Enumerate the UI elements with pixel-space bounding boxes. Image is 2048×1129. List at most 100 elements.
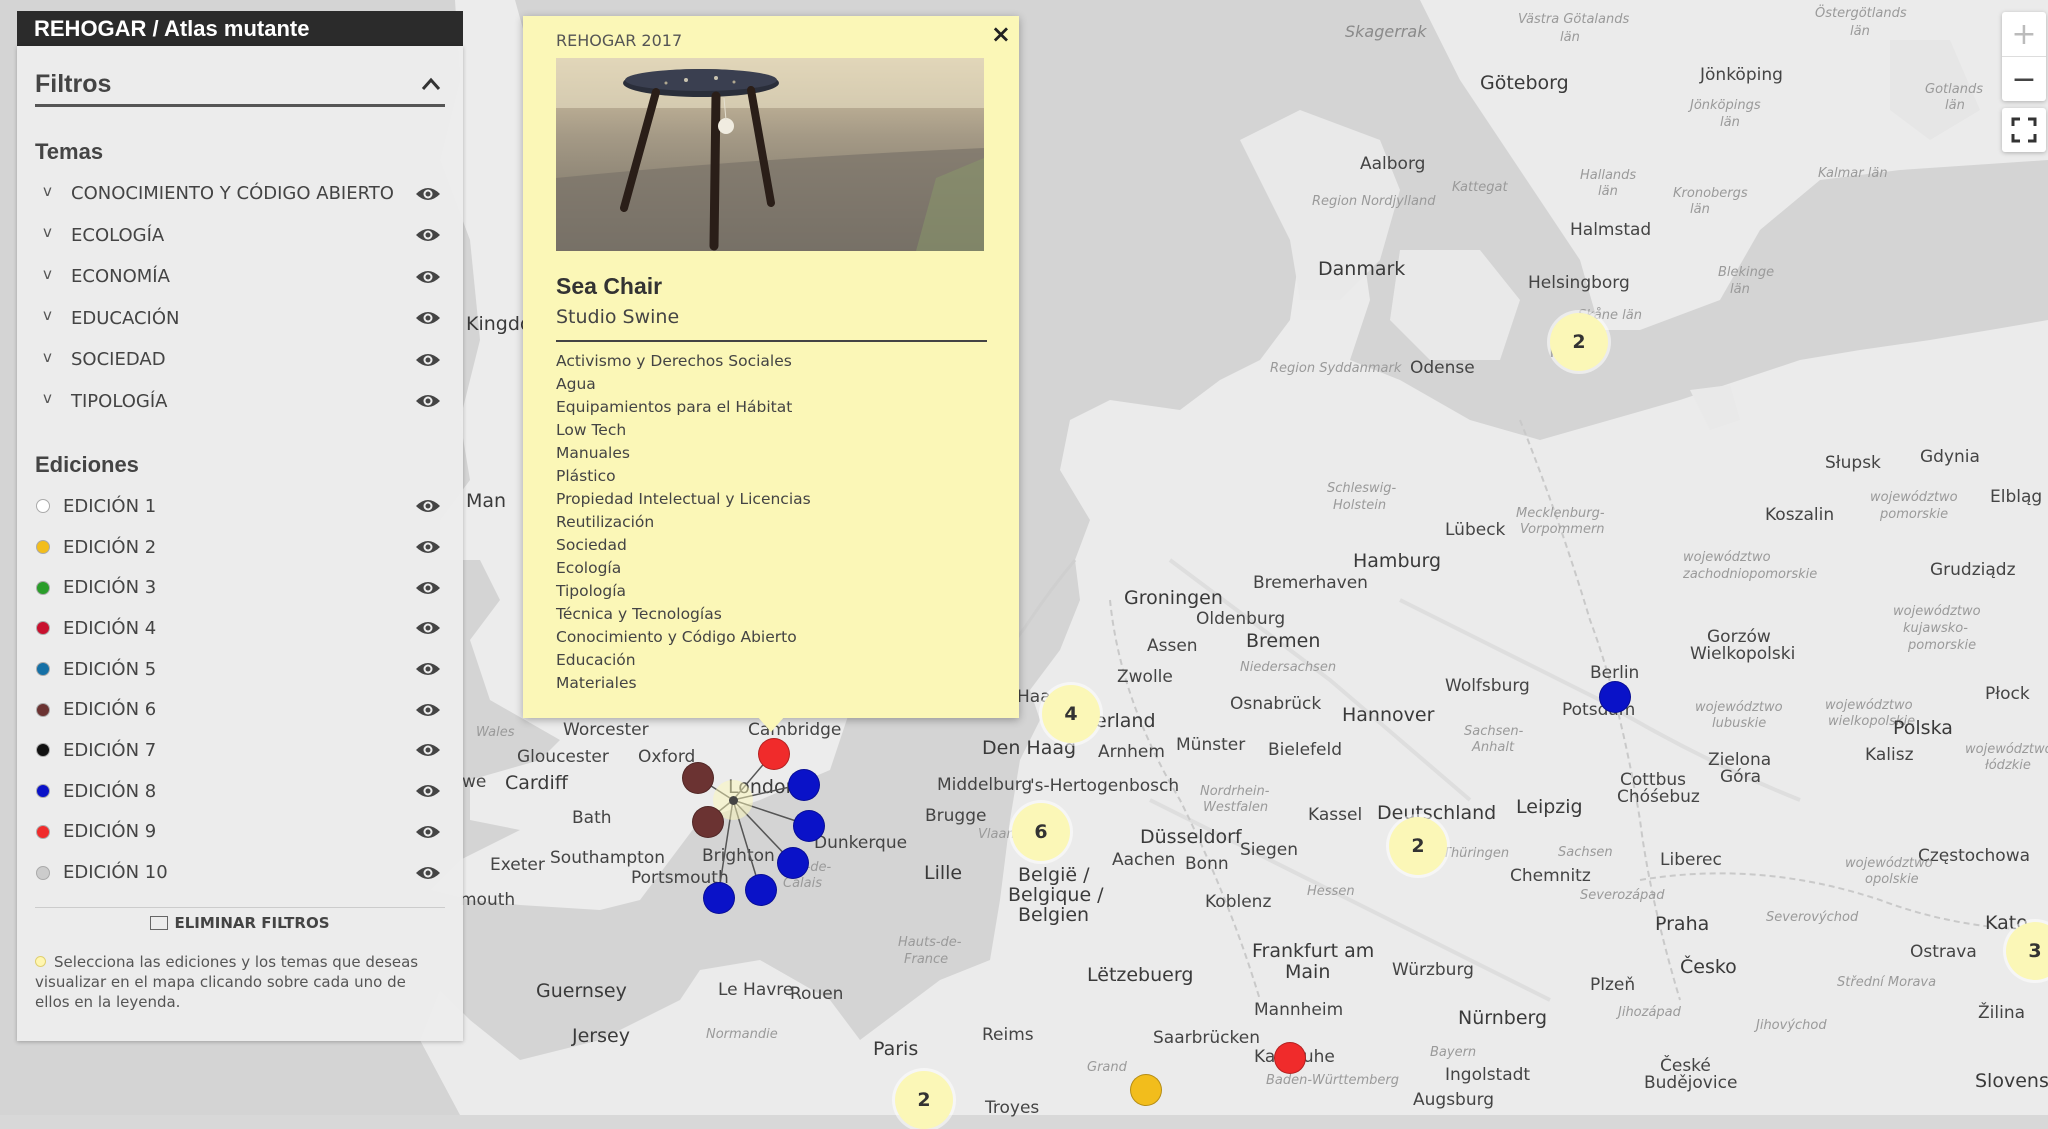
- marker-edicion-8[interactable]: [793, 810, 825, 842]
- project-image[interactable]: [556, 58, 984, 251]
- edicion-item[interactable]: EDICIÓN 4: [35, 608, 445, 649]
- cluster-germany[interactable]: 2: [1389, 817, 1447, 875]
- edicion-item[interactable]: EDICIÓN 3: [35, 567, 445, 608]
- map-label-goteborg: Göteborg: [1480, 72, 1569, 94]
- eye-icon[interactable]: [415, 865, 441, 881]
- chevron-down-icon[interactable]: v: [35, 306, 71, 324]
- chevron-down-icon[interactable]: v: [35, 389, 71, 407]
- map-label-holstein: Holstein: [1333, 498, 1387, 513]
- clear-filters-button[interactable]: ELIMINAR FILTROS: [35, 906, 445, 932]
- edicion-item[interactable]: EDICIÓN 10: [35, 852, 445, 893]
- marker-edicion-9[interactable]: [1274, 1042, 1306, 1074]
- map-label-frankfurt2: Main: [1285, 961, 1331, 983]
- map-label-chosebuz: Chóśebuz: [1617, 787, 1700, 807]
- popup-tags: Activismo y Derechos Sociales Agua Equipam…: [556, 350, 987, 695]
- map-label-woj_lub2: lubuskie: [1712, 716, 1767, 731]
- marker-edicion-8[interactable]: [777, 847, 809, 879]
- map-label-ostergotland: Östergötlands: [1815, 6, 1907, 21]
- popup-tag: Manuales: [556, 444, 630, 462]
- map-label-bremerhaven: Bremerhaven: [1253, 573, 1368, 593]
- eye-icon[interactable]: [415, 824, 441, 840]
- eye-icon[interactable]: [415, 539, 441, 555]
- map-label-oldenburg: Oldenburg: [1196, 609, 1286, 629]
- popup-tag: Sociedad: [556, 536, 627, 554]
- marker-edicion-8[interactable]: [788, 769, 820, 801]
- marker-edicion-2[interactable]: [1130, 1074, 1162, 1106]
- close-icon[interactable]: ×: [991, 20, 1011, 48]
- map-label-blekinge2: län: [1730, 282, 1750, 297]
- marker-edicion-9[interactable]: [758, 738, 790, 770]
- eye-icon[interactable]: [415, 580, 441, 596]
- eye-icon[interactable]: [415, 310, 441, 326]
- map-label-hannover: Hannover: [1342, 704, 1435, 726]
- marker-edicion-8[interactable]: [703, 882, 735, 914]
- cluster-paris[interactable]: 2: [895, 1071, 953, 1129]
- edicion-item[interactable]: EDICIÓN 8: [35, 771, 445, 812]
- eye-icon[interactable]: [415, 783, 441, 799]
- edicion-item[interactable]: EDICIÓN 6: [35, 689, 445, 730]
- eye-icon[interactable]: [415, 661, 441, 677]
- map-label-grand: Grand: [1087, 1060, 1127, 1075]
- tema-item[interactable]: v ECONOMÍA: [35, 256, 445, 298]
- map-label-zwolle: Zwolle: [1117, 667, 1173, 687]
- zoom-out-button[interactable]: −: [2002, 57, 2046, 101]
- chevron-down-icon[interactable]: v: [35, 265, 71, 283]
- eye-icon[interactable]: [415, 393, 441, 409]
- tema-item-left: v EDUCACIÓN: [35, 306, 179, 329]
- marker-edicion-6[interactable]: [682, 762, 714, 794]
- eye-icon[interactable]: [415, 498, 441, 514]
- edicion-item[interactable]: EDICIÓN 1: [35, 486, 445, 527]
- edition-color-dot: [36, 865, 50, 880]
- chevron-down-icon[interactable]: v: [35, 182, 71, 200]
- cluster-netherlands[interactable]: 4: [1042, 685, 1100, 743]
- tema-item[interactable]: v ECOLOGÍA: [35, 215, 445, 257]
- chevron-down-icon[interactable]: v: [35, 348, 71, 366]
- popup-tag: Reutilización: [556, 513, 655, 531]
- edition-color-dot: [36, 784, 50, 799]
- edicion-label: EDICIÓN 7: [63, 739, 157, 761]
- map-label-berlin: Berlin: [1590, 663, 1640, 683]
- marker-edicion-8[interactable]: [1599, 681, 1631, 713]
- map-label-arnhem: Arnhem: [1098, 742, 1165, 762]
- chevron-up-icon[interactable]: [421, 77, 441, 91]
- map-label-mecklenburg: Mecklenburg-: [1516, 506, 1605, 521]
- eye-icon[interactable]: [415, 742, 441, 758]
- map-label-hessen: Hessen: [1307, 884, 1355, 899]
- map-label-mouth: mouth: [460, 890, 516, 910]
- map-label-kingdo: Kingdo: [466, 313, 532, 335]
- map-label-woj_pom: województwo: [1870, 490, 1958, 505]
- tema-item[interactable]: v TIPOLOGÍA: [35, 381, 445, 423]
- marker-edicion-6[interactable]: [692, 806, 724, 838]
- chevron-down-icon[interactable]: v: [35, 223, 71, 241]
- edicion-label: EDICIÓN 10: [63, 862, 168, 884]
- tema-item[interactable]: v CONOCIMIENTO Y CÓDIGO ABIERTO: [35, 173, 445, 215]
- filters-header[interactable]: Filtros: [35, 64, 445, 107]
- marker-edicion-8[interactable]: [745, 874, 777, 906]
- map-label-bath: Bath: [572, 808, 612, 828]
- edicion-item[interactable]: EDICIÓN 5: [35, 649, 445, 690]
- eye-icon[interactable]: [415, 269, 441, 285]
- edicion-label: EDICIÓN 4: [63, 617, 157, 639]
- eye-icon[interactable]: [415, 702, 441, 718]
- zoom-in-button[interactable]: +: [2002, 12, 2046, 57]
- edicion-item-left: EDICIÓN 7: [35, 740, 156, 761]
- eye-icon[interactable]: [415, 186, 441, 202]
- edicion-item-left: EDICIÓN 9: [35, 821, 156, 842]
- fullscreen-button[interactable]: [2002, 108, 2046, 152]
- eye-icon[interactable]: [415, 352, 441, 368]
- eye-icon[interactable]: [415, 620, 441, 636]
- map-label-budejovice: Budějovice: [1644, 1073, 1738, 1093]
- map-label-sachsen: Sachsen: [1558, 845, 1613, 860]
- spider-center: [729, 796, 738, 805]
- tema-item[interactable]: v EDUCACIÓN: [35, 298, 445, 340]
- cluster-belgium[interactable]: 6: [1012, 803, 1070, 861]
- eye-icon[interactable]: [415, 227, 441, 243]
- edicion-item[interactable]: EDICIÓN 7: [35, 730, 445, 771]
- popup-title: Sea Chair: [556, 273, 663, 299]
- edicion-label: EDICIÓN 5: [63, 658, 157, 680]
- tema-item[interactable]: v SOCIEDAD: [35, 339, 445, 381]
- cluster-copenhagen[interactable]: 2: [1550, 313, 1608, 371]
- edicion-item-left: EDICIÓN 3: [35, 577, 156, 598]
- edicion-item[interactable]: EDICIÓN 9: [35, 812, 445, 853]
- edicion-item[interactable]: EDICIÓN 2: [35, 527, 445, 568]
